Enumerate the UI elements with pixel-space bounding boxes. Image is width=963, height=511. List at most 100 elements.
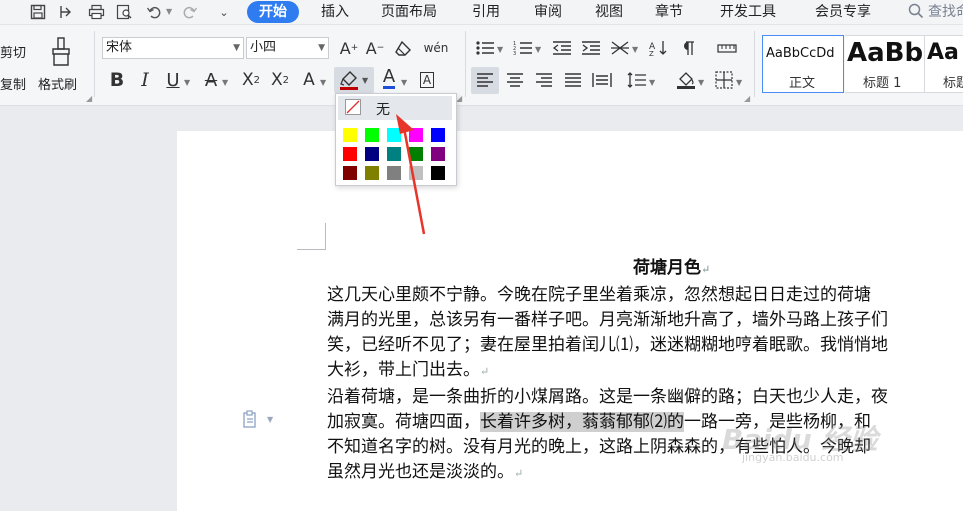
- print-preview-icon[interactable]: [114, 2, 134, 22]
- ribbon-toolbar: 剪切 复制 格式刷 ◢ 宋体 ▼ 小四 ▼ A + A − wén B I U ▼ A …: [0, 25, 963, 106]
- font-color-dropdown-icon[interactable]: ▼: [401, 78, 407, 87]
- shading-icon[interactable]: [675, 69, 697, 91]
- text-effect-icon[interactable]: A: [298, 69, 320, 91]
- undo-dropdown-icon[interactable]: ▼: [166, 7, 172, 16]
- bold-icon[interactable]: B: [106, 69, 128, 91]
- line-text: 这几天心里颇不宁静。今晚在院子里坐着乘凉，忽然想起日日走过的荷塘: [327, 285, 871, 305]
- no-color-icon: [345, 99, 361, 115]
- numbering-dropdown-icon[interactable]: ▼: [535, 45, 541, 54]
- paragraph-mark: ↵: [514, 467, 524, 480]
- sort-icon[interactable]: AZ: [648, 37, 670, 59]
- line-spacing-dropdown-icon[interactable]: ▼: [649, 78, 655, 87]
- tab-references[interactable]: 引用: [472, 1, 500, 23]
- shrink-font-icon[interactable]: A −: [364, 37, 386, 59]
- annotation-arrow: [396, 114, 426, 235]
- color-swatch[interactable]: [343, 166, 357, 180]
- color-swatch[interactable]: [343, 147, 357, 161]
- underline-dropdown-icon[interactable]: ▼: [184, 78, 190, 87]
- tab-view[interactable]: 视图: [595, 1, 623, 23]
- style-preview: AaBbCcDd: [766, 46, 835, 61]
- highlighter-icon: [339, 70, 359, 94]
- tab-insert[interactable]: 插入: [321, 1, 349, 23]
- menu-bar: ▼ ⌄ 开始 插入 页面布局 引用 审阅 视图 章节 开发工具 会员专享 查找命: [0, 0, 963, 25]
- highlighted-text[interactable]: 长着许多树，蓊蓊郁郁⑵的: [480, 412, 684, 432]
- line-text: 加寂寞。荷塘四面，: [327, 412, 480, 432]
- subscript-icon[interactable]: X2: [269, 69, 291, 91]
- style-heading[interactable]: Aa 标题: [925, 35, 963, 93]
- show-marks-icon[interactable]: [676, 37, 698, 59]
- underline-icon[interactable]: U: [162, 69, 184, 91]
- undo-icon[interactable]: [144, 2, 164, 22]
- text-effect-dropdown-icon[interactable]: ▼: [320, 78, 326, 87]
- chinese-layout-icon[interactable]: [609, 37, 631, 59]
- print-icon[interactable]: [86, 2, 106, 22]
- color-swatch[interactable]: [365, 128, 379, 142]
- font-color-icon[interactable]: A: [378, 67, 400, 89]
- style-normal[interactable]: AaBbCcDd 正文: [762, 35, 844, 93]
- cut-button[interactable]: 剪切: [0, 42, 26, 61]
- document-title-text: 荷塘月色: [633, 258, 701, 278]
- clipboard-launcher-icon[interactable]: ◢: [86, 94, 92, 103]
- distributed-icon[interactable]: [591, 69, 613, 91]
- font-name-select[interactable]: 宋体 ▼: [102, 37, 244, 59]
- chinese-layout-dropdown-icon[interactable]: ▼: [632, 45, 638, 54]
- margin-corner-mark: [297, 223, 326, 250]
- save-icon[interactable]: [28, 2, 48, 22]
- divider: [94, 31, 95, 97]
- style-label: 正文: [789, 76, 816, 91]
- chevron-down-icon: ▼: [318, 43, 325, 53]
- tab-section[interactable]: 章节: [655, 1, 683, 23]
- tab-home[interactable]: 开始: [247, 1, 299, 23]
- font-size-select[interactable]: 小四 ▼: [246, 37, 329, 59]
- align-center-icon[interactable]: [504, 69, 526, 91]
- shading-dropdown-icon[interactable]: ▼: [698, 78, 704, 87]
- clear-format-icon[interactable]: [393, 37, 415, 59]
- line-text: 大衫，带上门出去。: [327, 360, 480, 380]
- font-name-value: 宋体: [106, 40, 133, 55]
- format-painter-button[interactable]: 格式刷: [38, 74, 77, 93]
- highlight-button[interactable]: ▼: [334, 67, 374, 93]
- paste-options-icon[interactable]: [243, 410, 259, 432]
- svg-text:Z: Z: [649, 50, 654, 56]
- tab-page-layout[interactable]: 页面布局: [381, 1, 437, 23]
- style-heading-1[interactable]: AaBb 标题 1: [845, 35, 925, 93]
- align-right-icon[interactable]: [533, 69, 555, 91]
- redo-icon[interactable]: [180, 2, 200, 22]
- paste-options-dropdown-icon[interactable]: ▼: [267, 415, 273, 424]
- borders-dropdown-icon[interactable]: ▼: [736, 78, 742, 87]
- color-swatch[interactable]: [365, 147, 379, 161]
- align-left-button[interactable]: [471, 67, 499, 94]
- bullet-dropdown-icon[interactable]: ▼: [497, 45, 503, 54]
- line-text: 满月的光里，总该另有一番样子吧。月亮渐渐地升高了，墙外马路上孩子们: [327, 310, 888, 330]
- tab-review[interactable]: 审阅: [534, 1, 562, 23]
- line-spacing-icon[interactable]: [626, 69, 648, 91]
- export-icon[interactable]: [56, 2, 76, 22]
- italic-icon[interactable]: I: [134, 69, 156, 91]
- increase-indent-icon[interactable]: [580, 37, 602, 59]
- line-text: 沿着荷塘，是一条曲折的小煤屑路。这是一条幽僻的路；白天也少人走，夜: [327, 387, 888, 407]
- borders-icon[interactable]: [713, 69, 735, 91]
- character-border-icon[interactable]: A: [416, 69, 438, 91]
- customize-toolbar-icon[interactable]: ⌄: [214, 2, 234, 22]
- search-icon[interactable]: [908, 3, 924, 23]
- ruler-icon[interactable]: [716, 37, 738, 59]
- grow-font-icon[interactable]: A +: [338, 37, 360, 59]
- phonetic-guide-icon[interactable]: wén: [422, 37, 450, 59]
- line-text: 笑，已经听不见了；妻在屋里拍着闰儿⑴，迷迷糊糊地哼着眠歌。我悄悄地: [327, 335, 888, 355]
- bullet-list-icon[interactable]: [474, 37, 496, 59]
- strikethrough-icon[interactable]: A: [200, 69, 222, 91]
- tab-member[interactable]: 会员专享: [815, 1, 871, 23]
- numbered-list-icon[interactable]: 123: [512, 37, 534, 59]
- search-box[interactable]: 查找命: [928, 1, 963, 23]
- tab-developer[interactable]: 开发工具: [720, 1, 776, 23]
- copy-button[interactable]: 复制: [0, 74, 26, 93]
- justify-icon[interactable]: [562, 69, 584, 91]
- decrease-indent-icon[interactable]: [551, 37, 573, 59]
- strikethrough-dropdown-icon[interactable]: ▼: [222, 78, 228, 87]
- superscript-icon[interactable]: X2: [240, 69, 262, 91]
- paragraph-launcher-icon[interactable]: ◢: [744, 94, 750, 103]
- format-painter-icon[interactable]: [50, 37, 72, 71]
- color-swatch[interactable]: [343, 128, 357, 142]
- color-swatch[interactable]: [365, 166, 379, 180]
- divider: [465, 31, 466, 97]
